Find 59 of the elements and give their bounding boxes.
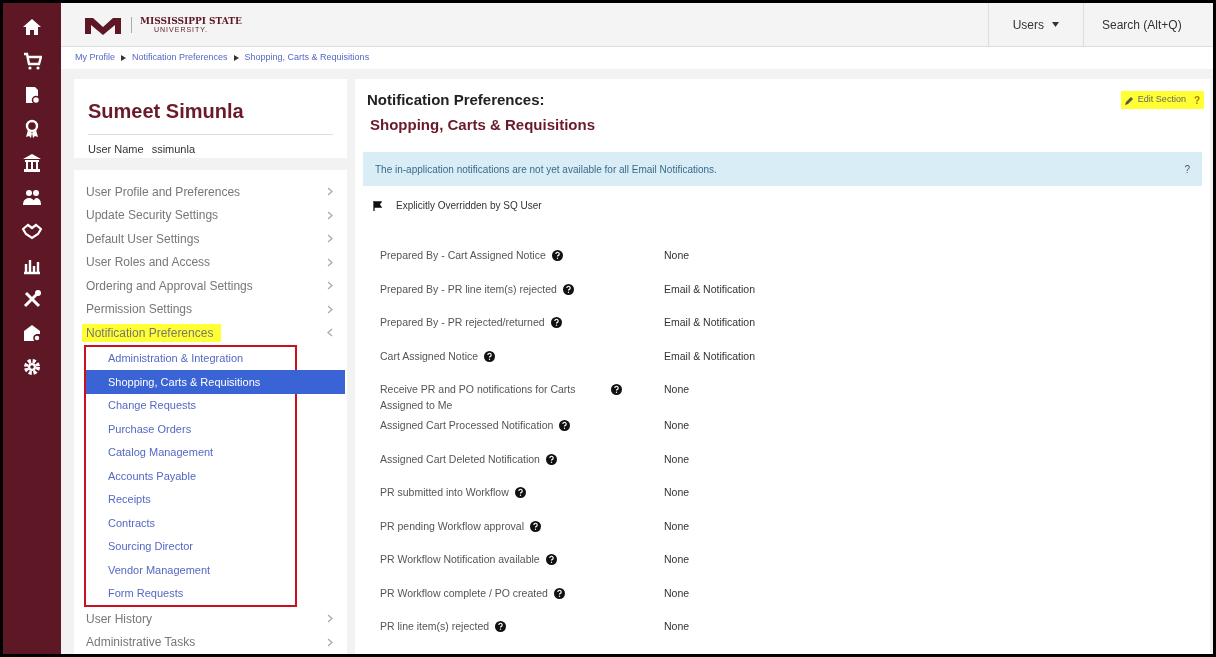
setting-label: Cart Assigned Notice bbox=[380, 348, 479, 364]
setting-value: None bbox=[664, 248, 690, 263]
submenu-item[interactable]: Form Requests bbox=[86, 581, 286, 605]
setting-value: None bbox=[664, 418, 690, 433]
nav-item[interactable]: Permission Settings bbox=[86, 300, 193, 319]
submenu-item[interactable]: Purchase Orders bbox=[86, 417, 286, 441]
setting-label: Assigned Cart Deleted Notification bbox=[380, 451, 540, 467]
nav-item[interactable]: User History bbox=[86, 609, 152, 628]
submenu-item[interactable]: Change Requests bbox=[86, 393, 286, 417]
submenu-item[interactable]: Administration & Integration bbox=[86, 346, 286, 370]
nav-item[interactable]: Notification Preferences bbox=[82, 323, 222, 342]
breadcrumb-link[interactable]: Shopping, Carts & Requisitions bbox=[244, 51, 370, 65]
nav-item[interactable]: User Profile and Preferences bbox=[86, 182, 241, 201]
nav-item[interactable]: Ordering and Approval Settings bbox=[86, 276, 253, 295]
submenu-item[interactable]: Catalog Management bbox=[86, 440, 286, 464]
logo-text: MISSISSIPPI STATE bbox=[140, 16, 242, 26]
setting-label: Prepared By - PR rejected/returned bbox=[380, 315, 545, 330]
section-subtitle: Shopping, Carts & Requisitions bbox=[369, 114, 595, 135]
setting-label: Assigned Cart Processed Notification bbox=[380, 418, 554, 433]
edit-section-button[interactable]: Edit Section bbox=[1120, 91, 1190, 109]
nav-item[interactable]: Default User Settings bbox=[86, 229, 200, 248]
section-title: Notification Preferences: bbox=[367, 90, 546, 110]
setting-label: PR line item(s) rejected bbox=[380, 619, 490, 634]
breadcrumb-link[interactable]: My Profile bbox=[75, 51, 115, 65]
users-menu[interactable]: Users bbox=[987, 3, 1083, 46]
submenu-item[interactable]: Contracts bbox=[86, 511, 286, 535]
setting-value: Email & Notification bbox=[664, 281, 756, 297]
setting-value: Email & Notification bbox=[664, 348, 756, 364]
breadcrumb-link[interactable]: Notification Preferences bbox=[132, 51, 228, 65]
submenu-item[interactable]: Vendor Management bbox=[86, 558, 286, 582]
setting-label: PR pending Workflow approval bbox=[380, 518, 524, 534]
submenu-item[interactable]: Shopping, Carts & Requisitions bbox=[86, 370, 345, 394]
setting-value: Email & Notification bbox=[664, 315, 756, 330]
setting-label: PR Workflow Notification available bbox=[380, 552, 540, 567]
username-value: ssimunla bbox=[151, 142, 196, 157]
legend-text: Explicitly Overridden by SQ User bbox=[396, 199, 542, 213]
setting-value: None bbox=[664, 485, 690, 500]
help-mark: ? bbox=[1184, 162, 1190, 177]
search-button[interactable]: Search (Alt+Q) bbox=[1083, 3, 1213, 46]
profile-name: Sumeet Simunla bbox=[88, 96, 333, 135]
setting-value: None bbox=[664, 619, 690, 634]
setting-value: None bbox=[664, 585, 690, 601]
nav-item[interactable]: Update Security Settings bbox=[86, 206, 219, 225]
setting-value: None bbox=[664, 451, 690, 467]
setting-label: Prepared By - Cart Assigned Notice bbox=[380, 248, 546, 263]
setting-value: None bbox=[664, 552, 690, 567]
setting-label: Receive PR and PO notifications for Carts Assigned to Me bbox=[380, 382, 577, 413]
submenu-item[interactable]: Accounts Payable bbox=[86, 464, 286, 488]
setting-value: None bbox=[664, 518, 690, 534]
nav-item[interactable]: User Roles and Access bbox=[86, 253, 211, 272]
submenu-item[interactable]: Receipts bbox=[86, 487, 286, 511]
nav-item[interactable]: Administrative Tasks bbox=[86, 633, 196, 652]
setting-label: PR submitted into Workflow bbox=[380, 485, 509, 500]
setting-value: None bbox=[664, 382, 690, 397]
setting-label: Prepared By - PR line item(s) rejected bbox=[380, 281, 557, 297]
submenu-item[interactable]: Sourcing Director bbox=[86, 534, 286, 558]
setting-label: PR Workflow complete / PO created bbox=[380, 585, 548, 601]
username-label: User Name bbox=[88, 142, 144, 157]
info-text: The in-application notifications are not yet available for all Email Notifications. bbox=[375, 162, 717, 177]
